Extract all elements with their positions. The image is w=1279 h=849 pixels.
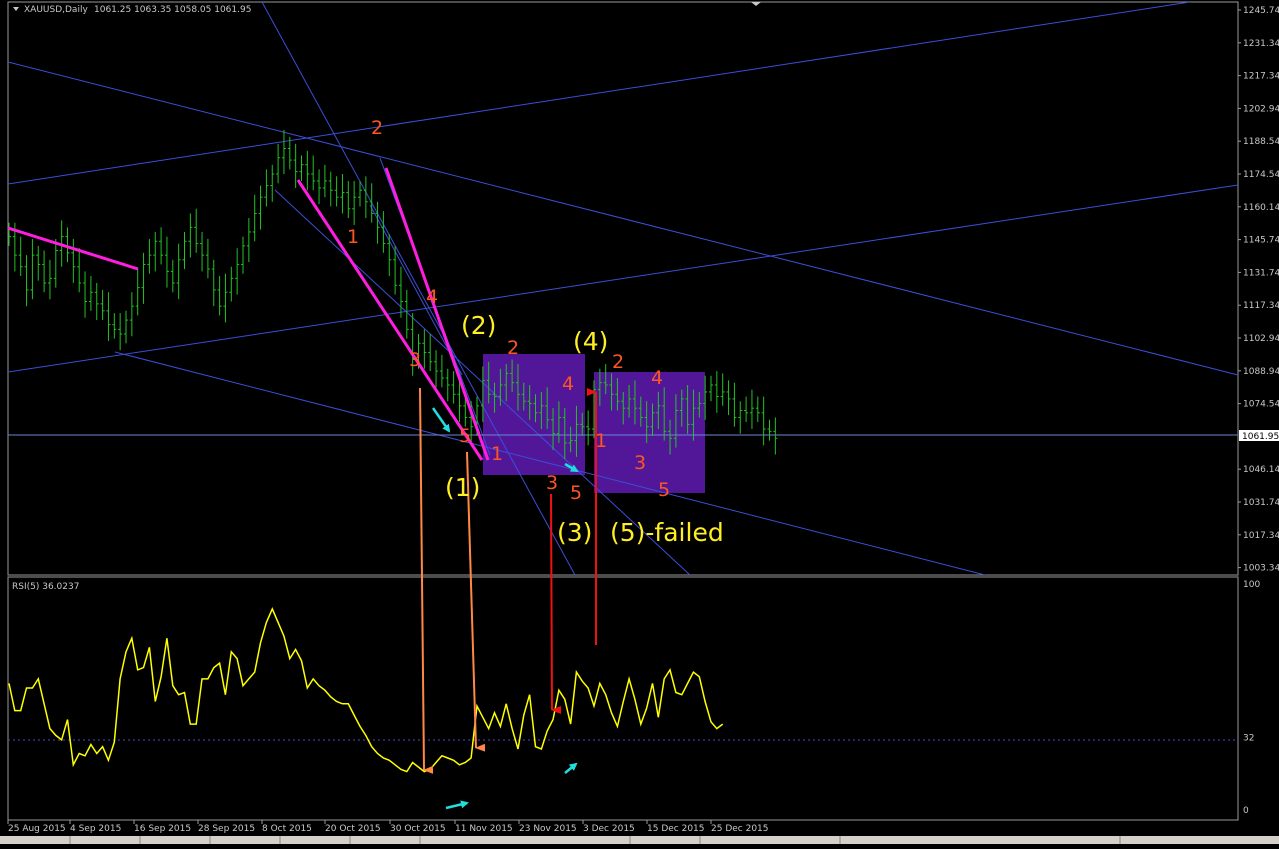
count-label: 4 <box>651 367 663 389</box>
y-tick-label: 1017.34 <box>1243 531 1279 541</box>
y-tick-label: 1245.74 <box>1243 6 1279 16</box>
wave-label: (4) <box>573 327 608 356</box>
count-label: 5 <box>658 479 670 501</box>
rsi-tick-label: 32 <box>1243 734 1254 744</box>
x-tick-label: 3 Dec 2015 <box>583 824 635 834</box>
x-tick-label: 23 Nov 2015 <box>519 824 577 834</box>
y-tick-label: 1117.34 <box>1243 301 1279 311</box>
y-tick-label: 1046.14 <box>1243 465 1279 475</box>
y-tick-label: 1174.54 <box>1243 170 1279 180</box>
y-tick-label: 1217.34 <box>1243 72 1279 82</box>
y-tick-label: 1088.94 <box>1243 367 1279 377</box>
x-tick-label: 28 Sep 2015 <box>198 824 255 834</box>
y-tick-label: 1145.74 <box>1243 236 1279 246</box>
arrow-red-1 <box>550 493 562 714</box>
symbol-label: XAUUSD,Daily <box>24 5 88 15</box>
status-strip[interactable] <box>0 836 1279 844</box>
x-tick-label: 30 Oct 2015 <box>390 824 446 834</box>
count-label: 4 <box>426 286 438 308</box>
x-tick-label: 8 Oct 2015 <box>262 824 312 834</box>
wave-label: (1) <box>445 473 480 502</box>
rsi-tick-label: 100 <box>1243 580 1260 590</box>
y-tick-label: 1074.54 <box>1243 400 1279 410</box>
count-label: 3 <box>634 452 646 474</box>
y-tick-label: 1102.94 <box>1243 334 1279 344</box>
y-tick-label: 1003.34 <box>1243 564 1279 574</box>
wave-label: (2) <box>461 311 496 340</box>
count-label: 3 <box>409 349 421 371</box>
ohlc-label: 1061.25 1063.35 1058.05 1061.95 <box>94 5 251 15</box>
x-tick-label: 4 Sep 2015 <box>70 824 121 834</box>
y-tick-label: 1131.74 <box>1243 268 1279 278</box>
wave-label: (3) <box>557 518 592 547</box>
x-tick-label: 16 Sep 2015 <box>134 824 191 834</box>
y-tick-label: 1031.74 <box>1243 498 1279 508</box>
count-label: 5 <box>459 425 471 447</box>
y-tick-label: 1188.54 <box>1243 137 1279 147</box>
x-tick-label: 15 Dec 2015 <box>647 824 705 834</box>
rsi-tick-label: 0 <box>1243 806 1249 816</box>
count-label: 1 <box>595 430 607 452</box>
count-label: 3 <box>546 472 558 494</box>
count-label: 2 <box>371 117 383 139</box>
count-label: 5 <box>570 482 582 504</box>
count-label: 2 <box>507 337 519 359</box>
count-label: 2 <box>612 351 624 373</box>
x-tick-label: 20 Oct 2015 <box>325 824 381 834</box>
count-label: 1 <box>491 443 503 465</box>
chart-window[interactable]: XAUUSD,Daily 1061.25 1063.35 1058.05 106… <box>0 0 1279 844</box>
rsi-title: RSI(5) 36.0237 <box>12 582 79 592</box>
count-label: 4 <box>562 373 574 395</box>
count-label: 1 <box>347 226 359 248</box>
x-tick-label: 11 Nov 2015 <box>455 824 513 834</box>
y-tick-label: 1231.34 <box>1243 39 1279 49</box>
x-tick-label: 25 Aug 2015 <box>8 824 66 834</box>
y-tick-label: 1160.14 <box>1243 203 1279 213</box>
current-price-label: 1061.95 <box>1242 432 1279 442</box>
wave-label: (5)-failed <box>610 518 724 547</box>
y-tick-label: 1202.94 <box>1243 104 1279 114</box>
consolidation-box-2 <box>594 372 705 493</box>
x-tick-label: 25 Dec 2015 <box>711 824 769 834</box>
